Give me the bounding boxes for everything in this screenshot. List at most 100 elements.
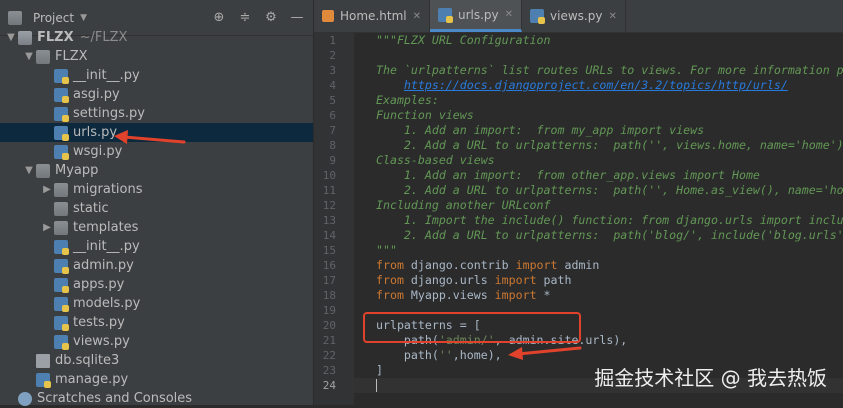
code-line[interactable]: from django.urls import path — [376, 273, 843, 288]
folder-icon — [54, 220, 68, 235]
python-file-icon — [530, 9, 546, 24]
tree-item-label: migrations — [73, 182, 143, 197]
code-line[interactable]: from Myapp.views import * — [376, 288, 843, 303]
code-token: Including another URLconf — [376, 198, 551, 212]
chevron-down-icon[interactable]: ▼ — [22, 51, 36, 62]
folder-icon — [54, 201, 68, 216]
tree-item[interactable]: views.py — [0, 332, 313, 351]
code-line[interactable]: 1. Add an import: from my_app import vie… — [376, 123, 843, 138]
tab-label: Home.html — [340, 9, 407, 23]
python-file-icon — [54, 258, 69, 274]
editor-tab[interactable]: Home.html ✕ — [314, 0, 430, 32]
tab-label: urls.py — [457, 7, 499, 22]
line-number: 8 — [329, 139, 336, 152]
text-caret — [376, 379, 377, 392]
code-line[interactable]: 2. Add a URL to urlpatterns: path('blog/… — [376, 228, 843, 243]
code-token: '' — [438, 348, 453, 362]
tree-item-label: settings.py — [73, 106, 145, 121]
project-tree: ▼ FLZX ~/FLZX ▼ FLZX __init__.py asgi.py settin… — [0, 28, 313, 408]
tree-item[interactable]: __init__.py — [0, 66, 313, 85]
tree-item-label: tests.py — [73, 315, 125, 330]
code-line[interactable]: Function views — [376, 108, 843, 123]
tree-item[interactable]: models.py — [0, 294, 313, 313]
tree-item-label: models.py — [73, 296, 141, 311]
code-token: https://docs.djangoproject.com/en/3.2/to… — [403, 78, 788, 92]
line-number: 5 — [329, 94, 336, 107]
folder-icon — [36, 163, 50, 178]
gear-icon[interactable]: ⚙ — [263, 10, 279, 26]
line-number: 3 — [329, 64, 336, 77]
code-line[interactable]: Examples: — [376, 93, 843, 108]
tree-item[interactable]: ▶ migrations — [0, 180, 313, 199]
chevron-right-icon[interactable]: ▶ — [40, 184, 54, 195]
python-file-icon — [54, 315, 69, 331]
close-icon[interactable]: ✕ — [413, 11, 421, 22]
project-view-selector[interactable]: Project ▼ — [8, 10, 87, 25]
code-line[interactable]: """FLZX URL Configuration — [376, 33, 843, 48]
code-line[interactable] — [376, 48, 843, 63]
red-arrow-icon — [114, 130, 186, 144]
code-token: ,home), — [452, 348, 502, 362]
database-icon — [36, 353, 50, 368]
code-line[interactable]: Including another URLconf — [376, 198, 843, 213]
tree-item[interactable]: ▼ Myapp — [0, 161, 313, 180]
code-line[interactable]: """ — [376, 243, 843, 258]
editor-tab[interactable]: views.py ✕ — [522, 0, 626, 32]
tree-item[interactable]: __init__.py — [0, 237, 313, 256]
tree-item[interactable]: apps.py — [0, 275, 313, 294]
code-line[interactable]: 2. Add a URL to urlpatterns: path('', vi… — [376, 138, 843, 153]
minimize-icon[interactable]: — — [289, 10, 305, 26]
code-line[interactable]: from django.contrib import admin — [376, 258, 843, 273]
tree-item[interactable]: admin.py — [0, 256, 313, 275]
code-line[interactable]: The `urlpatterns` list routes URLs to vi… — [376, 63, 843, 78]
code-token: admin — [557, 258, 600, 272]
editor-tabs: Home.html ✕ urls.py ✕ views.py ✕ — [314, 0, 843, 33]
chevron-right-icon[interactable]: ▶ — [40, 222, 54, 233]
tree-item[interactable]: Scratches and Consoles — [0, 389, 313, 408]
tree-item[interactable]: ▼ FLZX ~/FLZX — [0, 28, 313, 47]
tree-item[interactable]: manage.py — [0, 370, 313, 389]
tree-item[interactable]: static — [0, 199, 313, 218]
python-file-icon — [54, 277, 69, 293]
tree-item[interactable]: asgi.py — [0, 85, 313, 104]
tree-item[interactable]: ▶ templates — [0, 218, 313, 237]
tree-item[interactable]: tests.py — [0, 313, 313, 332]
close-icon[interactable]: ✕ — [608, 11, 616, 22]
code-line[interactable]: Class-based views — [376, 153, 843, 168]
python-file-icon — [54, 296, 69, 312]
code-line[interactable]: 1. Add an import: from other_app.views i… — [376, 168, 843, 183]
tree-item-label: db.sqlite3 — [55, 353, 120, 368]
code-token: 1. Add an import: from my_app import vie… — [376, 123, 705, 137]
locate-icon[interactable]: ⊕ — [211, 10, 227, 26]
line-number: 7 — [329, 124, 336, 137]
code-line[interactable]: 2. Add a URL to urlpatterns: path('', Ho… — [376, 183, 843, 198]
line-number: 2 — [329, 49, 336, 62]
editor-area: Home.html ✕ urls.py ✕ views.py ✕ 1 2 3 4 5 6 7 8 9 10 1… — [314, 0, 843, 405]
code-token: 1. Add an import: from other_app.views i… — [376, 168, 760, 182]
line-number: 4 — [329, 79, 336, 92]
python-file-icon — [54, 87, 69, 103]
code-line[interactable]: path('',home), — [376, 348, 843, 363]
project-sidebar: Project ▼ ⊕ ≑ ⚙ — ▼ FLZX ~/FLZX ▼ FLZX __init… — [0, 0, 314, 408]
line-number: 19 — [322, 304, 336, 317]
chevron-down-icon[interactable]: ▼ — [22, 165, 36, 176]
scratches-icon — [18, 391, 32, 406]
python-file-icon — [54, 144, 69, 160]
tree-item[interactable]: db.sqlite3 — [0, 351, 313, 370]
line-number: 1 — [329, 34, 336, 47]
tree-item[interactable]: ▼ FLZX — [0, 47, 313, 66]
code-token: from — [376, 258, 404, 272]
tree-item[interactable]: settings.py — [0, 104, 313, 123]
code-line[interactable]: https://docs.djangoproject.com/en/3.2/to… — [376, 78, 843, 93]
collapse-all-icon[interactable]: ≑ — [237, 10, 253, 26]
tree-item-label: templates — [73, 220, 139, 235]
code-token: 1. Import the include() function: from d… — [376, 213, 843, 227]
python-file-icon — [54, 106, 69, 122]
code-line[interactable]: 1. Import the include() function: from d… — [376, 213, 843, 228]
code-token: The `urlpatterns` list routes URLs to vi… — [376, 63, 843, 77]
close-icon[interactable]: ✕ — [505, 9, 513, 20]
editor-tab[interactable]: urls.py ✕ — [429, 0, 523, 32]
tree-item-label: __init__.py — [73, 68, 140, 83]
chevron-down-icon[interactable]: ▼ — [4, 32, 18, 43]
